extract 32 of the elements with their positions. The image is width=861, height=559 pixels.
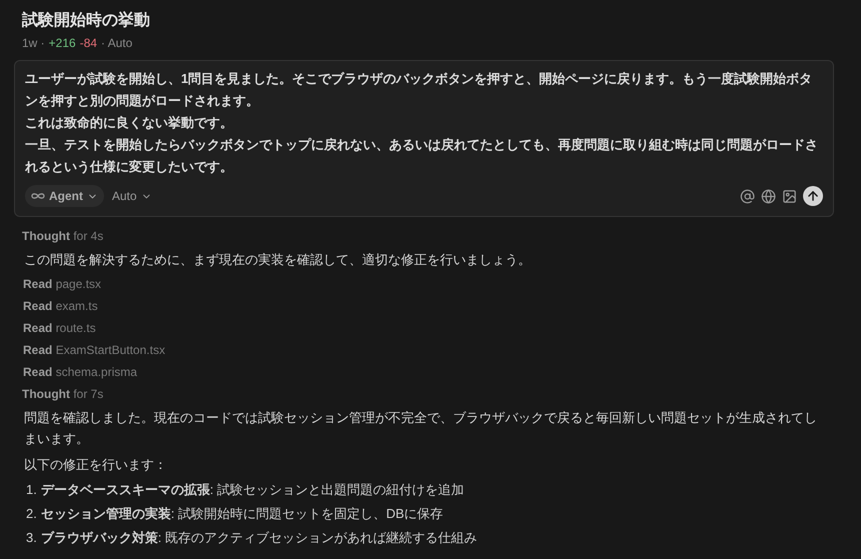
send-button[interactable]: [803, 186, 823, 206]
chat-title: 試験開始時の挙動: [20, 10, 151, 31]
list-item-text: ブラウザバック対策: 既存のアクティブセッションがあれば継続する仕組み: [40, 529, 478, 547]
agent-selector[interactable]: Agent: [25, 185, 104, 207]
list-item-text: データベーススキーマの拡張: 試験セッションと出題問題の紐付けを追加: [40, 481, 464, 499]
read-file-step[interactable]: Read route.ts: [22, 317, 834, 339]
read-file-step[interactable]: Read exam.ts: [22, 295, 834, 317]
at-sign-icon[interactable]: [740, 188, 755, 204]
thought-status[interactable]: Thought for 4s: [22, 225, 834, 247]
read-file-step[interactable]: Read ExamStartButton.tsx: [22, 339, 834, 361]
list-number: 2.: [26, 505, 37, 523]
response-text: 問題を確認しました。現在のコードでは試験セッション管理が不完全で、ブラウザバックで戻ると毎回新しい問題セットが生成されてしまいます。: [24, 409, 818, 448]
mode-text: · Auto: [101, 36, 132, 50]
image-icon[interactable]: [782, 188, 797, 204]
infinity-icon: [31, 192, 45, 200]
prompt-text: これは致命的に良くない挙動です。: [25, 114, 234, 132]
lines-added: +216: [48, 36, 76, 50]
prompt-box[interactable]: ユーザーが試験を開始し、1問目を見ました。そこでブラウザのバックボタンを押すと、開始ページに戻ります。もう一度試験開始ボタンを押すと別の問題がロードされます。 これは致命的に良くない挙動です。 一旦、テストを開始したらバックボタンでトップに戻れない、あるいは戻れてたとしても、再度問題に取り組む時は同じ問題がロードされるという仕様に変更したいです。 Agent Auto: [14, 60, 834, 217]
prompt-text: 一旦、テストを開始したらバックボタンでトップに戻れない、あるいは戻れてたとしても、再度問題に取り組む時は同じ問題がロードされるという仕様に変更したいです。: [25, 136, 819, 176]
read-file-step[interactable]: Read schema.prisma: [22, 361, 834, 383]
age-text: 1w ·: [22, 36, 45, 50]
list-number: 3.: [26, 529, 37, 547]
read-file-step[interactable]: Read page.tsx: [22, 273, 834, 295]
globe-icon[interactable]: [761, 188, 776, 204]
list-number: 1.: [26, 481, 37, 499]
list-item-text: セッション管理の実装: 試験開始時に問題セットを固定し、DBに保存: [40, 505, 444, 523]
model-selector[interactable]: Auto: [112, 189, 152, 203]
lines-removed: -84: [80, 36, 98, 50]
thought-status[interactable]: Thought for 7s: [22, 383, 834, 405]
response-text: 以下の修正を行います：: [24, 456, 168, 474]
response-text: この問題を解決するために、まず現在の実装を確認して、適切な修正を行いましょう。: [24, 251, 532, 269]
prompt-text: ユーザーが試験を開始し、1問目を見ました。そこでブラウザのバックボタンを押すと、開始ページに戻ります。もう一度試験開始ボタンを押すと別の問題がロードされます。: [25, 70, 814, 110]
